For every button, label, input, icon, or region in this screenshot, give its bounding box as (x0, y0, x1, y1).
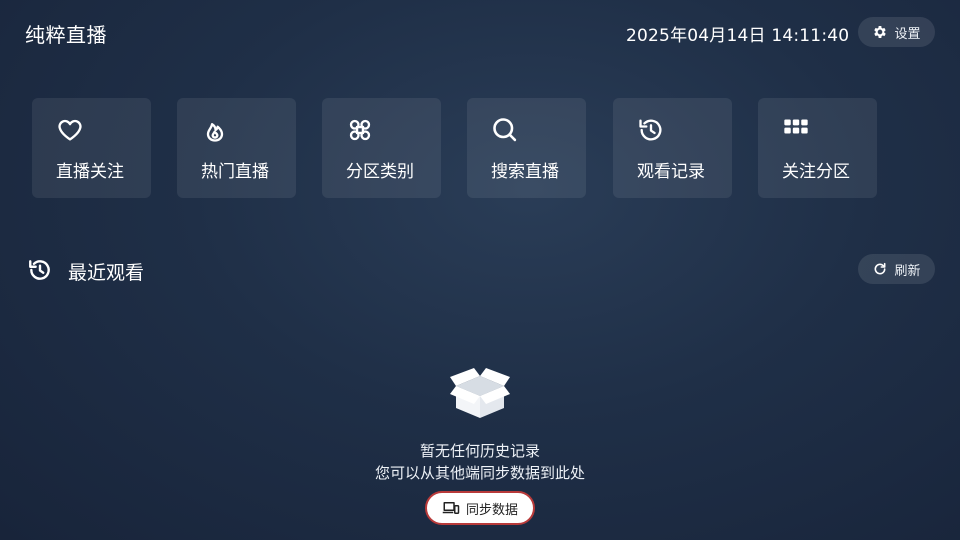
history-icon (29, 260, 50, 280)
settings-button[interactable]: 设置 (858, 17, 935, 47)
tile-label: 热门直播 (201, 162, 269, 182)
tile-hot-live[interactable]: 热门直播 (177, 98, 296, 198)
refresh-icon (875, 262, 886, 275)
empty-box-icon (450, 368, 510, 418)
tile-label: 观看记录 (637, 162, 705, 182)
tile-label: 搜索直播 (491, 162, 559, 182)
search-icon (493, 118, 517, 142)
tile-label: 分区类别 (346, 162, 414, 182)
clock: 2025年04月14日 14:11:40 (626, 26, 850, 46)
heart-icon (58, 119, 82, 141)
settings-label: 设置 (894, 26, 921, 42)
tile-categories[interactable]: 分区类别 (322, 98, 441, 198)
tile-label: 直播关注 (56, 162, 124, 182)
app-title: 纯粹直播 (25, 23, 107, 47)
grid-icon (784, 119, 808, 134)
refresh-label: 刷新 (894, 263, 921, 279)
gear-icon (874, 26, 887, 38)
tile-label: 关注分区 (782, 162, 850, 182)
sync-data-button[interactable]: 同步数据 (425, 491, 535, 525)
devices-icon (442, 502, 460, 514)
tile-search-live[interactable]: 搜索直播 (467, 98, 586, 198)
tile-followed-categories[interactable]: 关注分区 (758, 98, 877, 198)
section-title: 最近观看 (68, 262, 145, 284)
tile-followed-live[interactable]: 直播关注 (32, 98, 151, 198)
history-icon (639, 119, 662, 141)
refresh-button[interactable]: 刷新 (858, 254, 935, 284)
tile-watch-history[interactable]: 观看记录 (613, 98, 732, 198)
empty-hint: 您可以从其他端同步数据到此处 (374, 464, 585, 482)
sync-data-label: 同步数据 (465, 502, 518, 518)
flame-icon (206, 123, 224, 142)
command-icon (349, 119, 371, 141)
empty-message: 暂无任何历史记录 (419, 442, 540, 460)
